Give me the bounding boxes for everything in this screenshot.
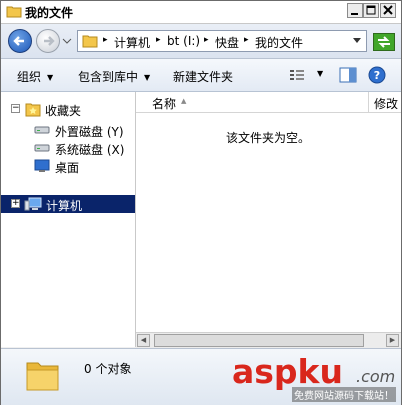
include-in-library-label: 包含到库中 xyxy=(78,70,139,84)
column-header: 名称 ▲ 修改 xyxy=(136,92,401,113)
refresh-button[interactable] xyxy=(373,33,395,51)
nav-item-system-drive[interactable]: 系统磁盘 (X) xyxy=(1,139,135,157)
view-options-icon[interactable] xyxy=(289,69,305,81)
scroll-right-button[interactable]: ▶ xyxy=(386,334,399,347)
svg-text:?: ? xyxy=(374,69,380,82)
nav-label-computer: 计算机 xyxy=(46,199,83,213)
sort-ascending-icon: ▲ xyxy=(181,97,187,105)
chevron-down-icon: ▼ xyxy=(144,73,151,82)
column-modified[interactable]: 修改 xyxy=(374,95,398,112)
forward-button[interactable] xyxy=(36,29,60,53)
command-bar: 组织 ▼ 包含到库中 ▼ 新建文件夹 ▼ ? xyxy=(1,59,401,92)
expand-toggle[interactable]: + xyxy=(11,199,20,208)
nav-label-system-drive: 系统磁盘 (X) xyxy=(55,143,125,157)
back-button[interactable] xyxy=(8,29,32,53)
nav-item-desktop[interactable]: 桌面 xyxy=(1,157,135,175)
recent-pages-dropdown[interactable] xyxy=(62,37,72,45)
breadcrumb-computer[interactable]: 计算机 xyxy=(114,34,150,51)
navigation-pane: − 收藏夹 外置磁盘 (Y) 系统磁盘 (X) 桌面 + 计算机 xyxy=(1,92,136,347)
chevron-down-icon: ▼ xyxy=(47,73,54,82)
breadcrumb-my-files[interactable]: 我的文件 xyxy=(255,34,303,51)
minimize-button[interactable] xyxy=(347,3,363,18)
preview-pane-icon[interactable] xyxy=(339,67,357,83)
desktop-icon xyxy=(34,159,50,172)
folder-icon xyxy=(26,362,59,391)
back-arrow-icon xyxy=(13,36,24,46)
nav-item-external-drive[interactable]: 外置磁盘 (Y) xyxy=(1,121,135,139)
breadcrumb-drive[interactable]: bt (I:) xyxy=(167,34,200,48)
explorer-window: 我的文件 ▸ 计算机 ▸ bt (I:) ▸ 快盘 ▸ 我的文件 组织 ▼ 包含… xyxy=(0,0,402,405)
maximize-icon xyxy=(366,5,376,15)
help-icon[interactable]: ? xyxy=(368,66,386,84)
scroll-left-button[interactable]: ◀ xyxy=(137,334,150,347)
minimize-icon xyxy=(351,13,358,15)
nav-label-external-drive: 外置磁盘 (Y) xyxy=(55,125,124,139)
window-title: 我的文件 xyxy=(25,6,74,20)
close-button[interactable] xyxy=(380,3,396,18)
address-dropdown-icon[interactable] xyxy=(352,37,362,45)
new-folder-label: 新建文件夹 xyxy=(173,70,234,84)
title-bar[interactable]: 我的文件 xyxy=(1,1,401,24)
breadcrumb-kuaipan[interactable]: 快盘 xyxy=(215,34,239,51)
scroll-thumb[interactable] xyxy=(154,334,364,347)
drive-icon xyxy=(34,126,50,134)
file-list: 名称 ▲ 修改 该文件夹为空。 ◀ ▶ xyxy=(136,92,401,348)
watermark-logo: aspku xyxy=(232,352,343,391)
navigation-bar: ▸ 计算机 ▸ bt (I:) ▸ 快盘 ▸ 我的文件 xyxy=(1,24,401,59)
nav-item-favorites[interactable]: − 收藏夹 xyxy=(1,100,135,118)
watermark-domain: .com xyxy=(356,367,396,386)
organize-menu[interactable]: 组织 ▼ xyxy=(17,68,53,85)
watermark-tagline: 免费网站源码下载站！ xyxy=(292,387,396,402)
folder-icon xyxy=(6,6,22,18)
horizontal-scrollbar[interactable]: ◀ ▶ xyxy=(136,332,401,348)
address-bar[interactable]: ▸ 计算机 ▸ bt (I:) ▸ 快盘 ▸ 我的文件 xyxy=(77,30,367,52)
nav-label-favorites: 收藏夹 xyxy=(45,104,82,118)
forward-arrow-icon xyxy=(44,36,55,46)
new-folder-button[interactable]: 新建文件夹 xyxy=(173,68,233,85)
collapse-toggle[interactable]: − xyxy=(11,104,20,113)
breadcrumb-separator[interactable]: ▸ xyxy=(103,35,108,45)
drive-icon xyxy=(34,144,50,152)
computer-icon xyxy=(24,197,42,211)
organize-label: 组织 xyxy=(17,70,42,84)
item-count: 0 个对象 xyxy=(84,362,132,376)
breadcrumb-separator[interactable]: ▸ xyxy=(156,35,161,45)
nav-item-computer[interactable]: + 计算机 xyxy=(1,195,135,213)
column-divider[interactable] xyxy=(368,92,369,112)
breadcrumb-separator[interactable]: ▸ xyxy=(204,35,209,45)
refresh-icon xyxy=(378,36,390,48)
nav-label-desktop: 桌面 xyxy=(55,161,80,175)
close-icon xyxy=(383,5,393,15)
breadcrumb-separator[interactable]: ▸ xyxy=(244,35,249,45)
empty-folder-message: 该文件夹为空。 xyxy=(226,131,311,145)
favorites-folder-icon xyxy=(25,103,41,117)
folder-icon xyxy=(82,35,98,48)
column-name[interactable]: 名称 xyxy=(152,95,176,112)
view-dropdown-icon[interactable]: ▼ xyxy=(317,69,323,78)
maximize-button[interactable] xyxy=(363,3,379,18)
include-in-library-menu[interactable]: 包含到库中 ▼ xyxy=(78,68,150,85)
